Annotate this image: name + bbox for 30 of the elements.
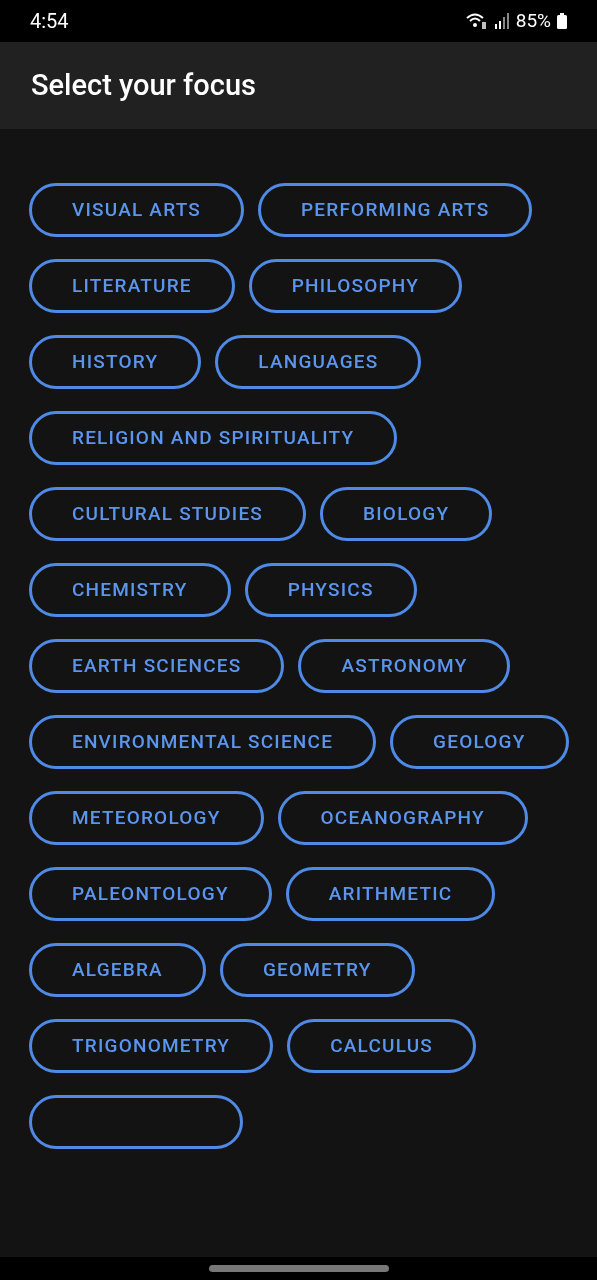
focus-chip[interactable]: GEOMETRY: [219, 943, 415, 997]
focus-chip[interactable]: EARTH SCIENCES: [29, 639, 285, 693]
screen-title: Select your focus: [31, 66, 256, 104]
focus-chip[interactable]: VISUAL ARTS: [29, 183, 244, 237]
wifi-icon: [465, 12, 488, 30]
home-handle[interactable]: [208, 1265, 389, 1272]
focus-chip[interactable]: ALGEBRA: [29, 943, 206, 997]
battery-icon: [557, 13, 567, 29]
focus-chip[interactable]: BIOLOGY: [320, 487, 493, 541]
focus-chip[interactable]: CALCULUS: [287, 1019, 477, 1073]
focus-chip[interactable]: LANGUAGES: [215, 335, 422, 389]
focus-chip[interactable]: PERFORMING ARTS: [258, 183, 533, 237]
focus-chip[interactable]: PHILOSOPHY: [248, 259, 463, 313]
focus-chip[interactable]: ENVIRONMENTAL SCIENCE: [29, 715, 377, 769]
focus-chip[interactable]: ARITHMETIC: [285, 867, 496, 921]
status-time: 4:54: [30, 8, 69, 35]
focus-chip[interactable]: OCEANOGRAPHY: [277, 791, 528, 845]
focus-chip[interactable]: GEOLOGY: [390, 715, 569, 769]
battery-percent: 85%: [515, 7, 551, 34]
focus-chip[interactable]: HISTORY: [29, 335, 202, 389]
focus-chip[interactable]: CULTURAL STUDIES: [29, 487, 307, 541]
focus-chip[interactable]: RELIGION AND SPIRITUALITY: [29, 411, 398, 465]
focus-chip[interactable]: METEOROLOGY: [29, 791, 264, 845]
focus-chip[interactable]: PHYSICS: [244, 563, 417, 617]
focus-chip[interactable]: TRIGONOMETRY: [29, 1019, 274, 1073]
focus-chip[interactable]: ASTRONOMY: [298, 639, 511, 693]
focus-chip[interactable]: CHEMISTRY: [29, 563, 231, 617]
focus-chip[interactable]: LITERATURE: [29, 259, 235, 313]
focus-chip[interactable]: PALEONTOLOGY: [29, 867, 272, 921]
signal-icon: [493, 13, 510, 29]
